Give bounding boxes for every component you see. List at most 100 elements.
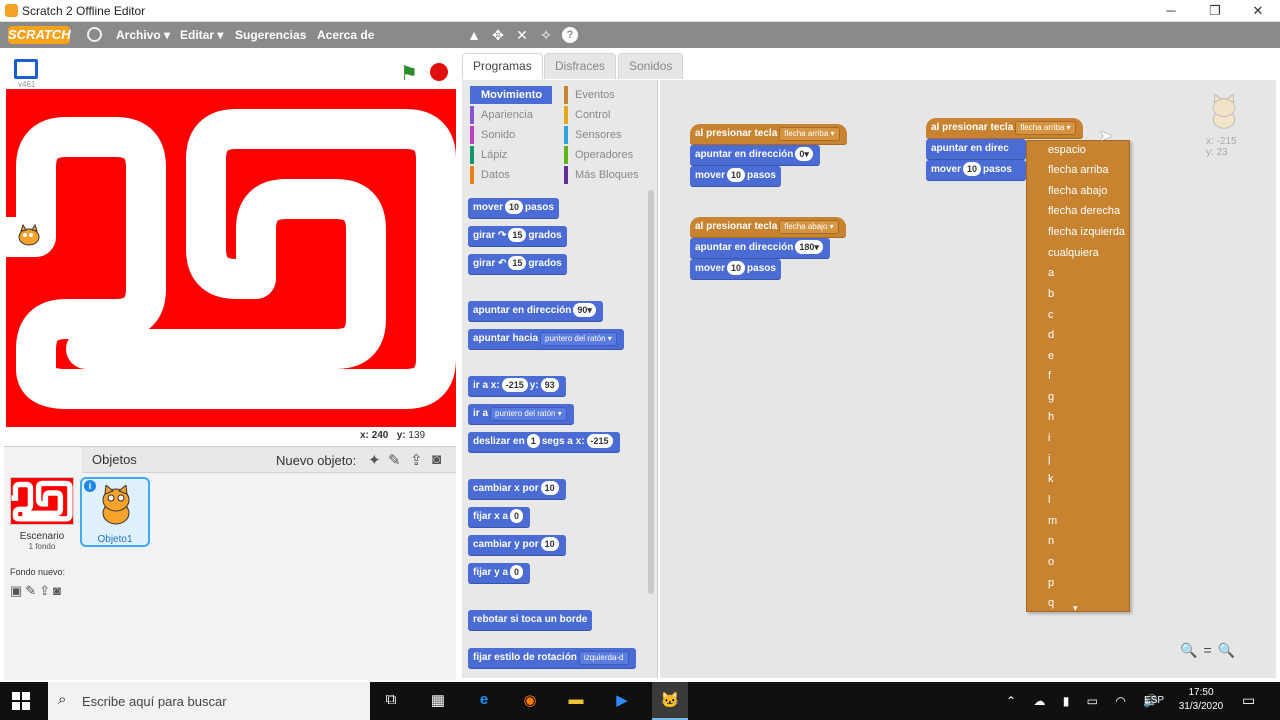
- dropdown-item[interactable]: o: [1048, 554, 1054, 570]
- category-movimiento[interactable]: Movimiento: [470, 86, 552, 104]
- stop-icon[interactable]: [430, 63, 448, 81]
- camera-backdrop-icon[interactable]: ◙: [53, 583, 64, 598]
- tab-programas[interactable]: Programas: [462, 53, 543, 79]
- block-input[interactable]: 15: [508, 256, 527, 270]
- close-button[interactable]: ✕: [1243, 2, 1273, 20]
- dropdown-item[interactable]: j: [1048, 451, 1050, 467]
- paint-backdrop-icon[interactable]: ✎: [25, 583, 39, 598]
- dropdown-item[interactable]: espacio: [1048, 142, 1086, 158]
- zoom-reset-icon[interactable]: =: [1203, 642, 1217, 658]
- block-dropdown[interactable]: puntero del ratón ▾: [540, 332, 617, 346]
- scratch-taskbar-icon[interactable]: 🐱: [652, 682, 688, 720]
- dropdown-item[interactable]: m: [1048, 513, 1057, 529]
- calculator-icon[interactable]: ▦: [427, 691, 449, 711]
- scripts-area[interactable]: al presionar tecla flecha arriba ▾ apunta…: [660, 80, 1276, 678]
- category-mas-bloques[interactable]: Más Bloques: [564, 166, 639, 184]
- dropdown-item[interactable]: b: [1048, 286, 1054, 302]
- tab-sonidos[interactable]: Sonidos: [618, 53, 684, 79]
- block-input[interactable]: -215: [586, 434, 613, 448]
- stage-canvas[interactable]: [6, 89, 456, 427]
- block-mover[interactable]: mover 10 pasos: [468, 198, 559, 218]
- backdrop-library-icon[interactable]: ▣: [10, 583, 25, 598]
- block-input[interactable]: 10: [963, 162, 982, 176]
- language-indicator[interactable]: ESP: [1144, 695, 1164, 706]
- paint-sprite-icon[interactable]: ✎: [388, 451, 401, 469]
- block-input[interactable]: 0: [510, 565, 524, 579]
- block-mover[interactable]: mover 10 pasos: [690, 166, 781, 186]
- block-rebotar[interactable]: rebotar si toca un borde: [468, 610, 593, 630]
- block-input[interactable]: 1: [526, 434, 540, 448]
- hat-block-key-pressed[interactable]: al presionar tecla flecha arriba ▾: [926, 118, 1083, 138]
- windows-start-icon[interactable]: [12, 692, 30, 710]
- clock[interactable]: 17:50 31/3/2020: [1170, 686, 1232, 714]
- block-dropdown[interactable]: izquierda-d: [578, 651, 629, 665]
- category-control[interactable]: Control: [564, 106, 610, 124]
- dropdown-item[interactable]: e: [1048, 348, 1054, 364]
- category-lapiz[interactable]: Lápiz: [470, 146, 507, 164]
- dropdown-item[interactable]: k: [1048, 471, 1054, 487]
- block-input[interactable]: 10: [727, 168, 746, 182]
- menu-archivo[interactable]: Archivo ▾: [116, 28, 170, 42]
- block-ir-a-xy[interactable]: ir a x: -215 y: 93: [468, 376, 566, 396]
- system-tray-icons[interactable]: ⌃ ☁ ▮ ▭ ◠ 🔊: [1006, 694, 1165, 708]
- stage-thumbnail[interactable]: [10, 477, 74, 525]
- minimize-button[interactable]: ─: [1156, 2, 1186, 20]
- block-apuntar-direccion[interactable]: apuntar en dirección 90▾: [468, 301, 603, 321]
- dropdown-item[interactable]: flecha arriba: [1048, 162, 1109, 178]
- block-input[interactable]: 90▾: [573, 303, 596, 317]
- dropdown-item[interactable]: flecha derecha: [1048, 203, 1120, 219]
- category-datos[interactable]: Datos: [470, 166, 510, 184]
- dropdown-item[interactable]: d: [1048, 327, 1054, 343]
- sprite-info-icon[interactable]: i: [84, 480, 96, 492]
- hat-block-key-pressed[interactable]: al presionar tecla flecha abajo ▾: [690, 217, 846, 237]
- block-input[interactable]: 93: [540, 378, 559, 392]
- block-input[interactable]: 10: [727, 261, 746, 275]
- notifications-icon[interactable]: ▭: [1242, 692, 1255, 709]
- choose-sprite-icon[interactable]: ✦: [368, 451, 381, 469]
- dropdown-item[interactable]: n: [1048, 533, 1054, 549]
- upload-sprite-icon[interactable]: ⇪: [410, 451, 423, 469]
- green-flag-icon[interactable]: ⚑: [400, 61, 418, 86]
- dropdown-item[interactable]: q: [1048, 595, 1054, 611]
- zoom-app-icon[interactable]: ▶: [611, 691, 633, 711]
- block-input[interactable]: 180▾: [795, 240, 823, 254]
- palette-scrollbar[interactable]: [648, 190, 654, 594]
- block-input[interactable]: 10: [540, 537, 559, 551]
- block-input[interactable]: 0: [510, 509, 524, 523]
- block-girar-derecha[interactable]: girar ↷ 15 grados: [468, 226, 567, 246]
- edge-icon[interactable]: e: [473, 691, 495, 711]
- dropdown-item[interactable]: l: [1048, 492, 1050, 508]
- dropdown-item[interactable]: flecha abajo: [1048, 183, 1107, 199]
- block-cambiar-y[interactable]: cambiar y por 10: [468, 535, 566, 555]
- duplicate-stamp-icon[interactable]: ▲: [466, 27, 482, 43]
- block-mover[interactable]: mover 10 pasos: [926, 160, 1026, 180]
- dropdown-item[interactable]: f: [1048, 368, 1051, 384]
- block-dropdown[interactable]: puntero del ratón ▾: [490, 407, 567, 421]
- dropdown-item[interactable]: cualquiera: [1048, 245, 1099, 261]
- block-apuntar-direccion[interactable]: apuntar en dirección 180▾: [690, 238, 830, 258]
- dropdown-scroll-down-icon[interactable]: ▾: [1073, 600, 1078, 611]
- category-apariencia[interactable]: Apariencia: [470, 106, 533, 124]
- dropdown-item[interactable]: h: [1048, 409, 1054, 425]
- dropdown-item[interactable]: a: [1048, 265, 1054, 281]
- fullscreen-icon[interactable]: [14, 59, 38, 79]
- block-input[interactable]: 0▾: [795, 147, 813, 161]
- language-globe-icon[interactable]: [87, 27, 102, 42]
- category-sensores[interactable]: Sensores: [564, 126, 621, 144]
- task-view-icon[interactable]: ⧉: [380, 691, 402, 711]
- menu-editar[interactable]: Editar ▾: [180, 28, 223, 42]
- help-icon[interactable]: ?: [562, 27, 578, 43]
- stage-thumbnail-item[interactable]: Escenario 1 fondo: [8, 477, 76, 555]
- block-apuntar-direccion[interactable]: apuntar en direc: [926, 139, 1026, 159]
- block-deslizar[interactable]: deslizar en 1 segs a x: -215: [468, 432, 620, 452]
- block-girar-izquierda[interactable]: girar ↶ 15 grados: [468, 254, 567, 274]
- key-dropdown-open[interactable]: flecha arriba ▾: [1015, 121, 1076, 135]
- category-eventos[interactable]: Eventos: [564, 86, 615, 104]
- dropdown-item[interactable]: i: [1048, 430, 1050, 446]
- scratch-logo[interactable]: SCRATCH: [8, 26, 71, 44]
- block-input[interactable]: 10: [505, 200, 524, 214]
- dropdown-item[interactable]: g: [1048, 389, 1054, 405]
- zoom-in-icon[interactable]: 🔍: [1218, 642, 1241, 658]
- block-input[interactable]: 15: [508, 228, 527, 242]
- block-ir-a[interactable]: ir a puntero del ratón ▾: [468, 404, 574, 424]
